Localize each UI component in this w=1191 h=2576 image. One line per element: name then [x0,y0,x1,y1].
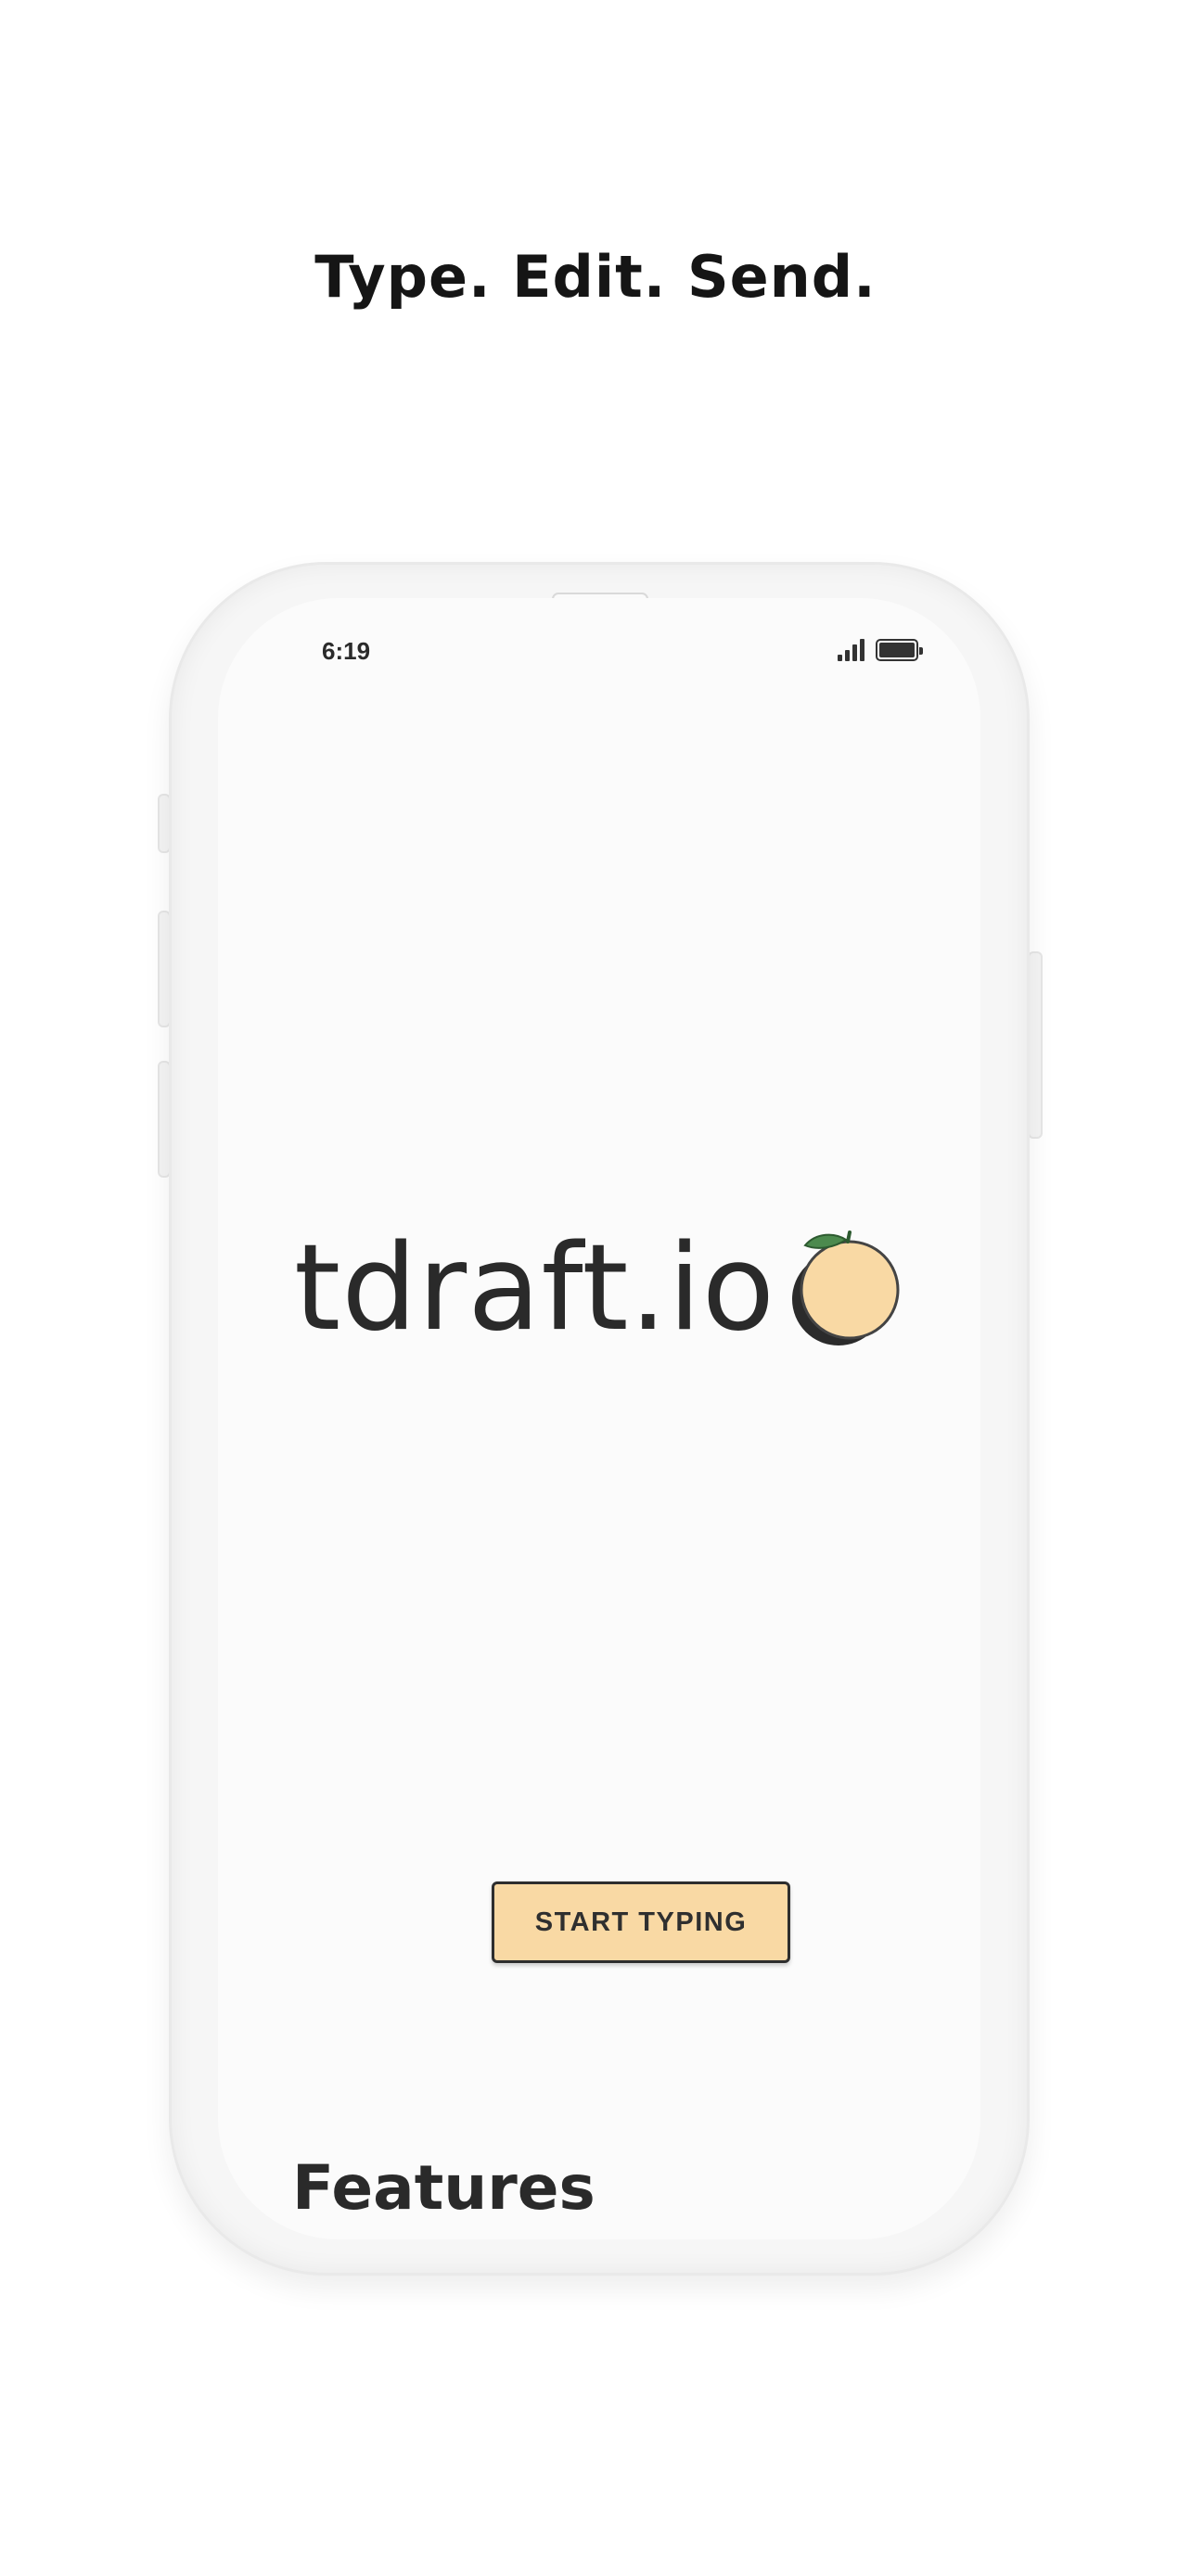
brand-logo: tdraft.io [294,1229,902,1349]
signal-icon [838,639,864,661]
status-icons [838,639,923,661]
battery-icon [876,639,923,661]
phone-mockup: 6:19 tdraft.io START TYPING Features [169,562,1030,2276]
landing-page: Type. Edit. Send. 6:19 tdraft.io START T… [0,0,1191,2576]
start-typing-button[interactable]: START TYPING [492,1881,790,1963]
phone-power-button [1028,951,1043,1139]
features-heading: Features [292,2152,596,2224]
hero-headline: Type. Edit. Send. [314,243,877,311]
phone-screen: 6:19 tdraft.io START TYPING Features [218,598,980,2239]
status-time: 6:19 [322,637,371,665]
orange-fruit-icon [792,1231,900,1345]
brand-name: tdraft.io [294,1219,776,1358]
